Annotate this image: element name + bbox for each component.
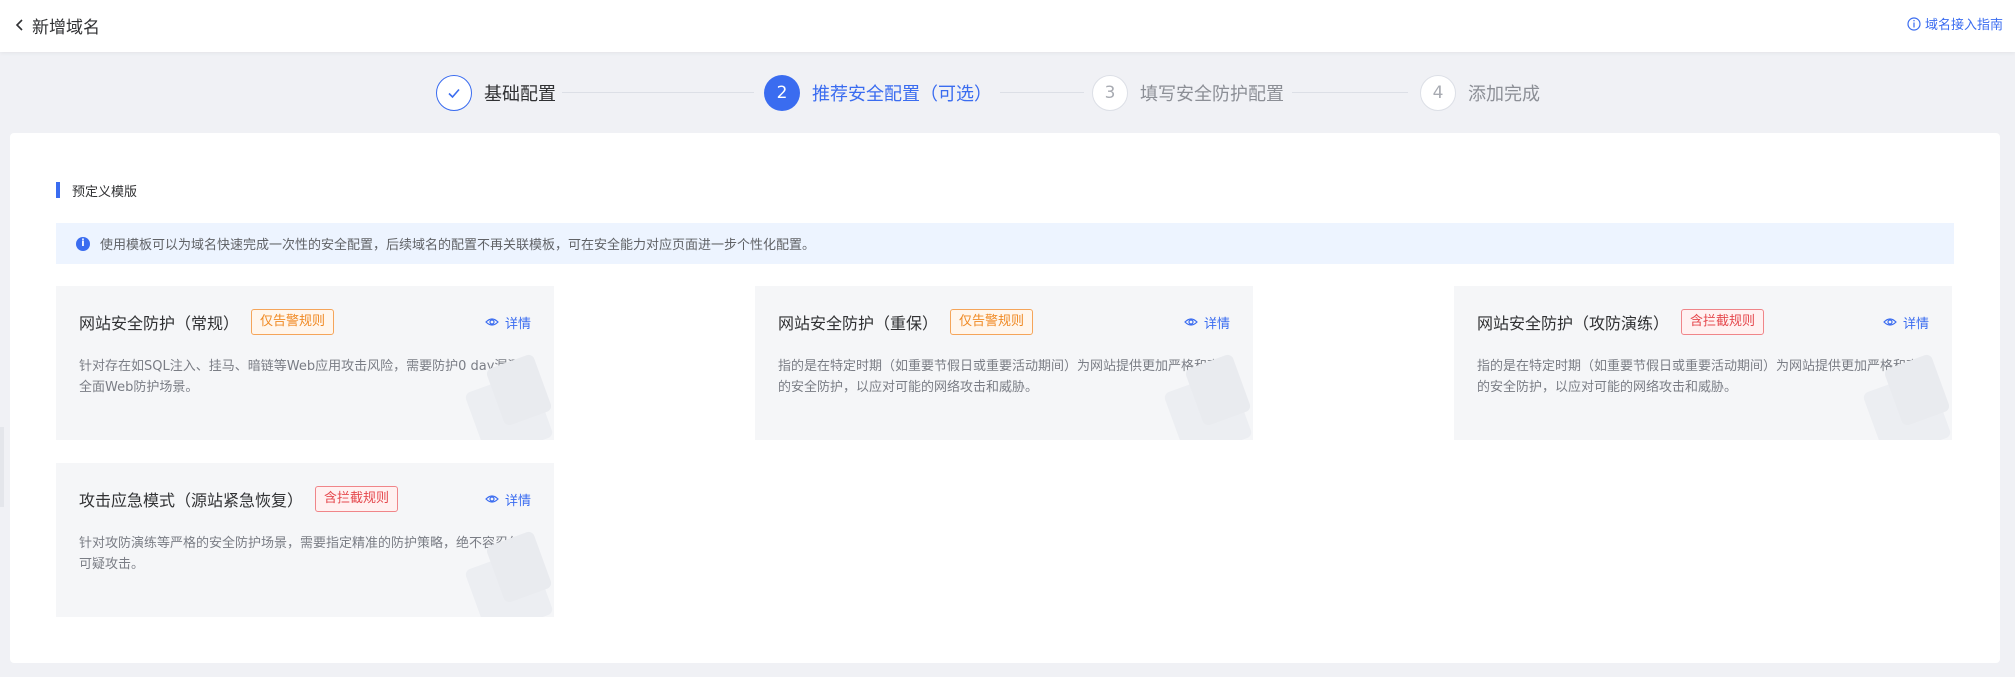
guide-link[interactable]: 域名接入指南 [1907, 14, 2003, 33]
decorative-graphic [465, 354, 553, 440]
check-icon [448, 88, 460, 99]
info-notice: i 使用模板可以为域名快速完成一次性的安全配置，后续域名的配置不再关联模板，可在… [56, 223, 1954, 264]
decorative-graphic [465, 531, 553, 617]
detail-link[interactable]: 详情 [485, 490, 531, 509]
card-header: 攻击应急模式（源站紧急恢复） 含拦截规则 详情 [79, 485, 531, 513]
guide-link-label: 域名接入指南 [1924, 18, 2003, 33]
detail-link[interactable]: 详情 [1883, 313, 1929, 332]
info-circle-icon [1907, 16, 1921, 31]
step-3-label: 填写安全防护配置 [1140, 84, 1284, 105]
template-card[interactable]: 攻击应急模式（源站紧急恢复） 含拦截规则 详情 针对攻防演练等严格的安全防护场景… [56, 463, 554, 617]
eye-icon [485, 495, 499, 503]
step-1-label: 基础配置 [484, 84, 556, 105]
detail-label: 详情 [504, 493, 531, 509]
card-title: 网站安全防护（重保） [778, 314, 939, 333]
template-card[interactable]: 网站安全防护（常规） 仅告警规则 详情 针对存在如SQL注入、挂马、暗链等Web… [56, 286, 554, 440]
decorative-graphic [1863, 354, 1951, 440]
back-button[interactable]: 新增域名 [12, 13, 100, 38]
eye-icon [1184, 318, 1198, 326]
step-1: 基础配置 [436, 74, 556, 112]
step-4-label: 添加完成 [1468, 84, 1540, 105]
side-handle[interactable] [0, 427, 4, 507]
notice-text: 使用模板可以为域名快速完成一次性的安全配置，后续域名的配置不再关联模板，可在安全… [100, 238, 816, 253]
chevron-left-icon [15, 19, 23, 31]
step-2-label: 推荐安全配置（可选） [812, 84, 992, 105]
card-header: 网站安全防护（常规） 仅告警规则 详情 [79, 308, 531, 336]
detail-link[interactable]: 详情 [1184, 313, 1230, 332]
page-title: 新增域名 [32, 17, 100, 38]
main-panel: 预定义模版 i 使用模板可以为域名快速完成一次性的安全配置，后续域名的配置不再关… [10, 133, 2000, 663]
top-bar: 新增域名 域名接入指南 [0, 0, 2015, 52]
step-1-circle [436, 75, 472, 111]
step-3: 3 填写安全防护配置 [1092, 74, 1284, 112]
card-title: 攻击应急模式（源站紧急恢复） [79, 491, 304, 510]
detail-link[interactable]: 详情 [485, 313, 531, 332]
detail-label: 详情 [1902, 316, 1929, 332]
section-title-text: 预定义模版 [72, 184, 138, 200]
detail-label: 详情 [504, 316, 531, 332]
card-title: 网站安全防护（攻防演练） [1477, 314, 1670, 333]
section-title-bar [56, 182, 60, 198]
step-indicator: 基础配置 2 推荐安全配置（可选） 3 填写安全防护配置 4 添加完成 [0, 74, 2015, 112]
template-card[interactable]: 网站安全防护（攻防演练） 含拦截规则 详情 指的是在特定时期（如重要节假日或重要… [1454, 286, 1952, 440]
eye-icon [485, 318, 499, 326]
section-title: 预定义模版 [56, 181, 138, 200]
card-title: 网站安全防护（常规） [79, 314, 240, 333]
rule-type-tag: 仅告警规则 [950, 309, 1034, 335]
template-card[interactable]: 网站安全防护（重保） 仅告警规则 详情 指的是在特定时期（如重要节假日或重要活动… [755, 286, 1253, 440]
rule-type-tag: 含拦截规则 [315, 486, 399, 512]
step-4: 4 添加完成 [1420, 74, 1540, 112]
info-icon: i [76, 236, 90, 251]
rule-type-tag: 含拦截规则 [1681, 309, 1765, 335]
card-header: 网站安全防护（攻防演练） 含拦截规则 详情 [1477, 308, 1929, 336]
decorative-graphic [1164, 354, 1252, 440]
step-3-circle: 3 [1092, 75, 1128, 111]
eye-icon [1883, 318, 1897, 326]
step-2: 2 推荐安全配置（可选） [764, 74, 992, 112]
card-header: 网站安全防护（重保） 仅告警规则 详情 [778, 308, 1230, 336]
step-4-circle: 4 [1420, 75, 1456, 111]
detail-label: 详情 [1203, 316, 1230, 332]
step-2-circle: 2 [764, 75, 800, 111]
rule-type-tag: 仅告警规则 [251, 309, 335, 335]
